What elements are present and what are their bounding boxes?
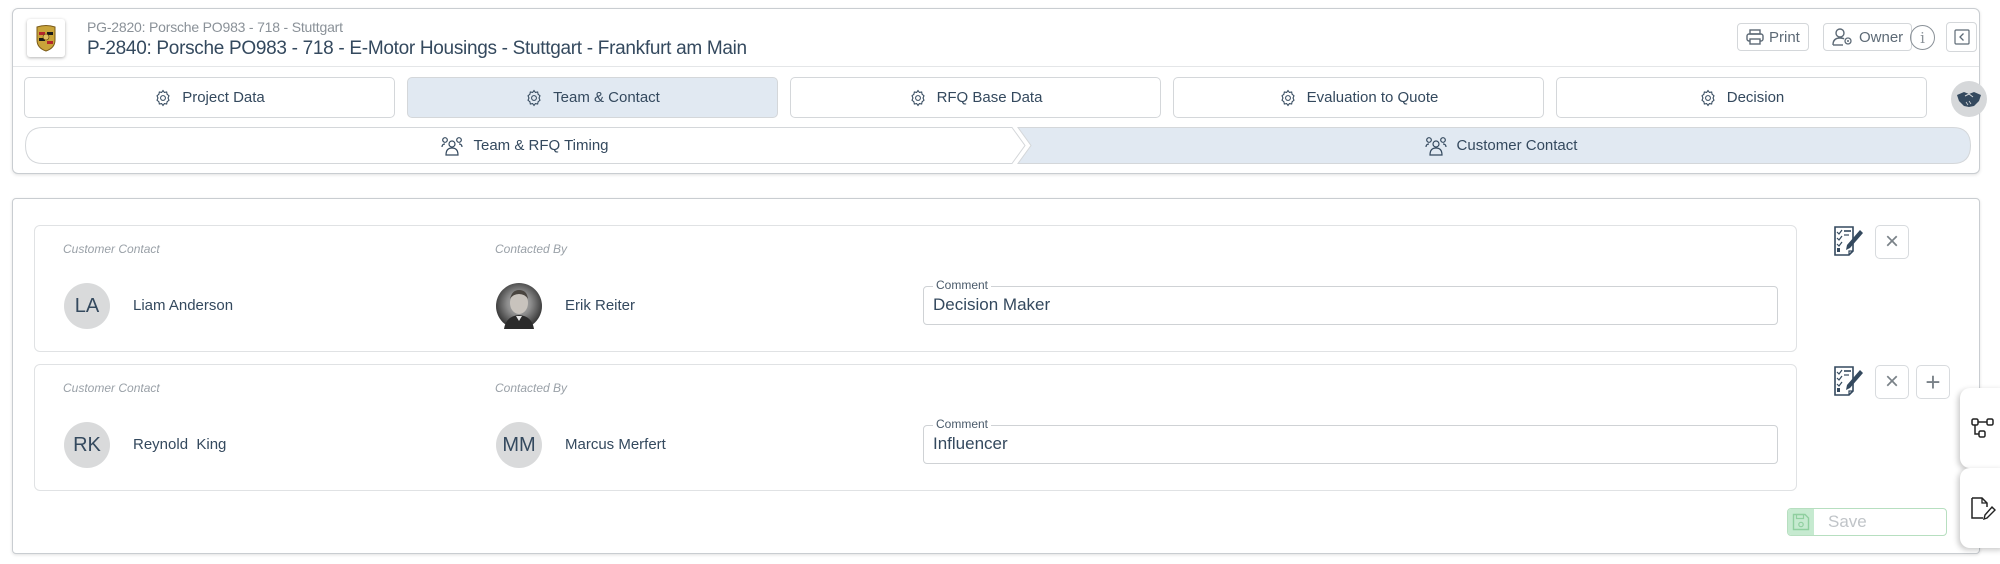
users-icon (1424, 136, 1447, 156)
print-button[interactable]: Print (1737, 23, 1809, 51)
document-edit-icon (1970, 497, 1996, 520)
customer-contact-label: Customer Contact (63, 242, 160, 256)
collapse-panel-button[interactable] (1946, 22, 1977, 52)
floppy-disk-icon (1792, 513, 1810, 531)
customer-contact-label: Customer Contact (63, 381, 160, 395)
printer-icon (1746, 29, 1764, 45)
print-label: Print (1769, 28, 1800, 46)
edit-checklist-button[interactable] (1833, 225, 1865, 257)
contacted-by-avatar-photo[interactable] (496, 283, 542, 329)
step-progress-bar: Team & RFQ Timing Customer Contact (25, 127, 1971, 164)
tab-team-contact[interactable]: Team & Contact (407, 77, 778, 118)
tab-rfq-base-data[interactable]: RFQ Base Data (790, 77, 1161, 118)
comment-label: Comment (933, 417, 992, 431)
comment-field[interactable]: Comment (923, 417, 1778, 464)
avatar-initials: MM (502, 433, 536, 456)
tab-label: Evaluation to Quote (1306, 89, 1439, 106)
contacted-by-label: Contacted By (495, 242, 568, 256)
comment-input[interactable] (933, 434, 1763, 454)
comment-label: Comment (933, 278, 992, 292)
gear-icon (1701, 89, 1715, 106)
step-label: Team & RFQ Timing (473, 137, 609, 154)
gear-icon (910, 89, 925, 106)
avatar-initials: LA (74, 294, 100, 317)
tab-evaluation-to-quote[interactable]: Evaluation to Quote (1173, 77, 1544, 118)
info-icon: i (1920, 28, 1925, 47)
workflow-side-tab[interactable] (1960, 388, 2000, 468)
step-team-rfq-timing[interactable]: Team & RFQ Timing (25, 127, 1025, 164)
project-group-subtitle: PG-2820: Porsche PO983 - 718 - Stuttgart (87, 19, 343, 35)
contacted-by-name: Marcus Merfert (565, 436, 666, 453)
save-button[interactable]: Save (1787, 508, 1947, 536)
person-photo-icon (504, 290, 534, 329)
add-contact-button[interactable]: + (1916, 365, 1950, 399)
edit-checklist-button[interactable] (1833, 365, 1865, 397)
step-customer-contact[interactable]: Customer Contact (1031, 127, 1971, 164)
info-button[interactable]: i (1910, 25, 1935, 50)
tab-decision[interactable]: Decision (1556, 77, 1927, 118)
avatar-initials: RK (73, 433, 101, 456)
project-header: PG-2820: Porsche PO983 - 718 - Stuttgart… (12, 8, 1987, 174)
contacted-by-avatar[interactable]: MM (496, 422, 542, 468)
close-icon: × (1884, 368, 1899, 395)
contact-row: Customer Contact Contacted By LA Liam An… (34, 225, 1797, 352)
owner-label: Owner (1859, 28, 1904, 46)
remove-contact-button[interactable]: × (1875, 225, 1909, 259)
owner-button[interactable]: Owner (1823, 23, 1913, 51)
contacted-by-label: Contacted By (495, 381, 568, 395)
checklist-edit-icon (1834, 226, 1863, 256)
workflow-diagram-icon (1970, 418, 1994, 438)
customer-avatar[interactable]: RK (64, 422, 110, 468)
chevron-left-box-icon (1953, 29, 1970, 45)
users-icon (441, 136, 464, 156)
contacted-by-name: Erik Reiter (565, 297, 636, 314)
contact-row: Customer Contact Contacted By RK Reynold… (34, 364, 1797, 491)
close-icon: × (1884, 228, 1899, 255)
tab-label: RFQ Base Data (936, 89, 1043, 106)
tab-label: Project Data (182, 89, 265, 106)
notes-side-tab[interactable] (1960, 468, 2000, 548)
tab-project-data[interactable]: Project Data (24, 77, 395, 118)
plus-icon: + (1925, 367, 1941, 397)
customer-contact-panel: Customer Contact Contacted By LA Liam An… (12, 198, 1980, 554)
porsche-logo (27, 19, 65, 57)
remove-contact-button[interactable]: × (1875, 365, 1909, 399)
tab-label: Decision (1726, 89, 1785, 106)
step-label: Customer Contact (1456, 137, 1578, 154)
save-icon-box (1788, 509, 1814, 535)
gear-icon (1280, 89, 1295, 106)
gear-icon (527, 89, 541, 106)
customer-avatar[interactable]: LA (64, 283, 110, 329)
project-title: P-2840: Porsche PO983 - 718 - E-Motor Ho… (87, 38, 747, 59)
checklist-edit-icon (1834, 366, 1863, 396)
gear-icon (156, 89, 170, 106)
handshake-icon (1957, 92, 1981, 107)
crest-icon (36, 25, 56, 52)
header-top-bar: PG-2820: Porsche PO983 - 718 - Stuttgart… (13, 9, 1979, 67)
customer-name: Liam Anderson (133, 297, 234, 314)
comment-field[interactable]: Comment (923, 278, 1778, 325)
tab-label: Team & Contact (553, 89, 660, 106)
save-label: Save (1828, 512, 1867, 531)
user-settings-icon (1832, 28, 1852, 46)
customer-name: Reynold King (133, 436, 227, 453)
deal-status-badge[interactable] (1951, 81, 1987, 117)
comment-input[interactable] (933, 295, 1763, 315)
